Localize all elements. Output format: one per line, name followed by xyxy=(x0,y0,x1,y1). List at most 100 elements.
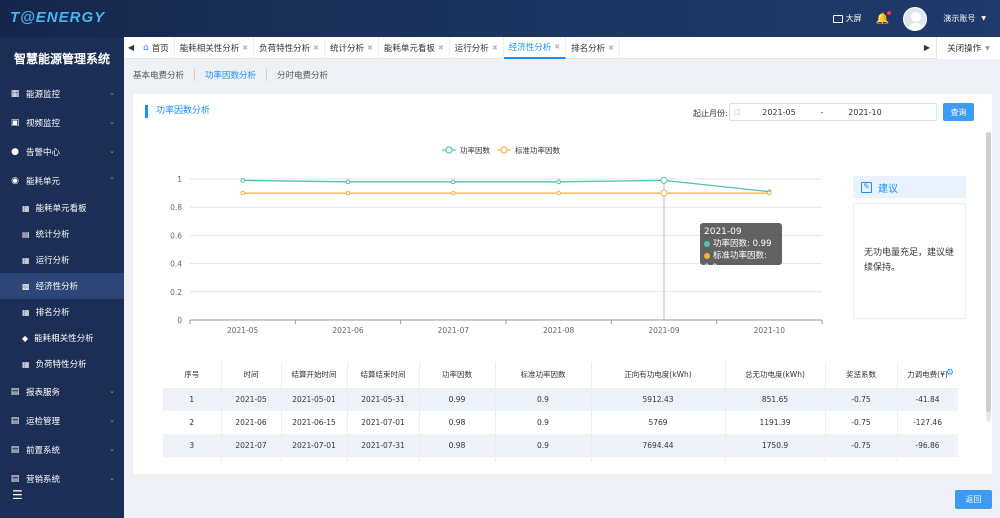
sidebar-item-video-monitor[interactable]: ▣ 视频监控 ⌄ xyxy=(0,108,124,137)
tab-close-icon[interactable]: ✖ xyxy=(608,44,614,52)
table-cell: -96.86 xyxy=(897,434,958,457)
subnav-power-factor[interactable]: 功率因数分析 xyxy=(205,69,266,81)
scrollbar-thumb[interactable] xyxy=(986,132,991,412)
table-cell: 0.98 xyxy=(419,411,496,434)
sidebar-subitem-label: 能耗单元看板 xyxy=(35,204,87,214)
tab-close-icon[interactable]: ✖ xyxy=(554,43,560,51)
table-header-cell: 总无功电度(kWh) xyxy=(725,362,826,389)
sidebar-subitem-load[interactable]: ▦ 负荷特性分析 xyxy=(0,351,124,377)
tab-load[interactable]: 负荷特性分析 ✖ xyxy=(254,36,326,59)
tab-label: 能耗相关性分析 xyxy=(179,43,240,54)
sidebar-item-alert-center[interactable]: ● 告警中心 ⌄ xyxy=(0,137,124,166)
sidebar-item-inspection[interactable]: ▤ 运检管理 ⌄ xyxy=(0,406,124,435)
table-cell: 0.99 xyxy=(419,388,496,411)
table-row[interactable]: 1 2021-05 2021-05-01 2021-05-31 0.99 0.9 5912.… xyxy=(163,388,958,411)
y-tick-label: 0.4 xyxy=(170,260,182,269)
sidebar-item-energy-unit[interactable]: ◉ 能耗单元 ⌃ xyxy=(0,166,124,195)
legend-marker xyxy=(445,146,453,154)
tooltip-dot-std xyxy=(704,252,710,259)
sidebar-subitem-economic[interactable]: ▩ 经济性分析 xyxy=(0,273,124,299)
tab-correlation[interactable]: 能耗相关性分析 ✖ xyxy=(175,36,255,59)
table-row[interactable]: 42021-082021-08-012021-08-310.980.96067.… xyxy=(163,457,958,462)
sidebar-subitem-correlation[interactable]: ◆ 能耗相关性分析 xyxy=(0,325,124,351)
sidebar-item-report[interactable]: ▤ 报表服务 ⌄ xyxy=(0,377,124,406)
table-cell: 0.9 xyxy=(495,411,592,434)
advice-header: ✎ 建议 xyxy=(853,176,966,198)
sidebar-item-frontend[interactable]: ▤ 前置系统 ⌄ xyxy=(0,435,124,464)
notification-button[interactable]: 🔔 xyxy=(876,11,892,25)
close-operations-dropdown[interactable]: 关闭操作 ▼ xyxy=(936,37,1000,59)
unit-icon: ◉ xyxy=(11,175,19,186)
tab-scroll-left-icon[interactable]: ◀ xyxy=(124,43,138,52)
card-scrollbar[interactable] xyxy=(986,132,991,422)
chevron-down-icon: ⌄ xyxy=(109,147,115,155)
screen-icon xyxy=(832,14,843,23)
table-body: 1 2021-05 2021-05-01 2021-05-31 0.99 0.9 5912.… xyxy=(163,388,958,462)
sidebar-subitem-unit-board[interactable]: ▦ 能耗单元看板 xyxy=(0,195,124,221)
tab-close-icon[interactable]: ✖ xyxy=(313,44,319,52)
menu-toggle-icon[interactable]: ☰ xyxy=(12,488,23,502)
tooltip-line-std: 标准功率因数: 0.9 xyxy=(704,251,767,273)
subnav-divider xyxy=(194,69,196,81)
caret-down-icon: ▼ xyxy=(981,15,986,22)
ranking-icon: ▦ xyxy=(22,307,30,317)
table-row[interactable]: 2 2021-06 2021-06-15 2021-07-01 0.98 0.9 5769 1… xyxy=(163,411,958,434)
table-header-cell: 功率因数 xyxy=(419,362,496,389)
sidebar-subitem-statistics[interactable]: ▤ 统计分析 xyxy=(0,221,124,247)
account-menu[interactable]: 演示账号 ▼ xyxy=(943,13,986,24)
stats-icon: ▤ xyxy=(22,229,30,239)
tab-unit-board[interactable]: 能耗单元看板 ✖ xyxy=(379,36,450,59)
data-point xyxy=(240,178,245,183)
table-cell: 2021-05-31 xyxy=(347,388,420,411)
period-range-picker[interactable]: ▢ 2021-05 - 2021-10 xyxy=(729,103,937,121)
sidebar-subitem-ranking[interactable]: ▦ 排名分析 xyxy=(0,299,124,325)
avatar[interactable] xyxy=(903,6,928,31)
caret-down-icon: ▼ xyxy=(985,44,990,52)
query-button[interactable]: 查询 xyxy=(943,103,974,121)
data-point xyxy=(345,179,351,185)
subnav-tou-fee[interactable]: 分时电费分析 xyxy=(277,69,338,81)
period-start[interactable]: 2021-05 xyxy=(744,108,814,117)
y-tick-label: 0.8 xyxy=(170,203,182,212)
table-cell: 2021-07-31 xyxy=(347,434,420,457)
chevron-up-icon: ⌃ xyxy=(109,176,115,184)
tab-close-icon[interactable]: ✖ xyxy=(492,44,498,52)
tab-statistics[interactable]: 统计分析 ✖ xyxy=(325,36,379,59)
tab-ranking[interactable]: 排名分析 ✖ xyxy=(566,36,620,59)
period-end[interactable]: 2021-10 xyxy=(830,108,900,117)
gear-icon[interactable]: ⚙ xyxy=(946,368,954,378)
analysis-subnav: 基本电费分析 功率因数分析 分时电费分析 xyxy=(124,59,1000,91)
big-screen-button[interactable]: 大屏 xyxy=(832,13,862,24)
tab-scroll-right-icon[interactable]: ▶ xyxy=(920,43,934,52)
brand-logo: T@ENERGY xyxy=(10,9,106,26)
tab-label: 经济性分析 xyxy=(508,42,552,53)
system-title: 智慧能源管理系统 xyxy=(13,51,110,66)
tab-label: 运行分析 xyxy=(454,43,489,54)
tab-economic[interactable]: 经济性分析 ✖ xyxy=(503,36,567,59)
table-row[interactable]: 3 2021-07 2021-07-01 2021-07-31 0.98 0.9 7694.… xyxy=(163,434,958,457)
sidebar-item-label: 运检管理 xyxy=(26,416,61,427)
tab-home[interactable]: ⌂ 首页 xyxy=(138,36,175,59)
subnav-basic-fee[interactable]: 基本电费分析 xyxy=(133,69,194,81)
chevron-down-icon: ⌄ xyxy=(109,387,115,395)
table-cell: 0.98 xyxy=(419,457,496,462)
tab-operation[interactable]: 运行分析 ✖ xyxy=(450,36,504,59)
alert-icon: ● xyxy=(11,146,19,157)
return-button[interactable]: 返回 xyxy=(955,490,992,509)
data-point xyxy=(240,190,245,196)
tab-close-icon[interactable]: ✖ xyxy=(438,44,444,52)
table-cell: 1596.22 xyxy=(725,457,826,462)
tab-close-icon[interactable]: ✖ xyxy=(242,44,248,52)
chart-tooltip: 2021-09 功率因数: 0.99 标准功率因数: 0.9 xyxy=(700,223,782,273)
tab-close-icon[interactable]: ✖ xyxy=(367,44,373,52)
sidebar-item-energy-monitor[interactable]: ▦ 能源监控 ⌄ xyxy=(0,79,124,108)
sidebar-item-label: 能源监控 xyxy=(26,89,61,100)
y-tick-label: 0.2 xyxy=(170,288,182,297)
y-tick-label: 0.6 xyxy=(170,231,182,240)
sidebar-subitem-operation[interactable]: ▦ 运行分析 xyxy=(0,247,124,273)
table-cell: 2 xyxy=(163,411,222,434)
subnav-divider xyxy=(266,69,268,81)
sidebar-item-label: 视频监控 xyxy=(26,118,61,129)
table-cell: -0.75 xyxy=(825,411,898,434)
table-cell: 0.9 xyxy=(495,434,592,457)
